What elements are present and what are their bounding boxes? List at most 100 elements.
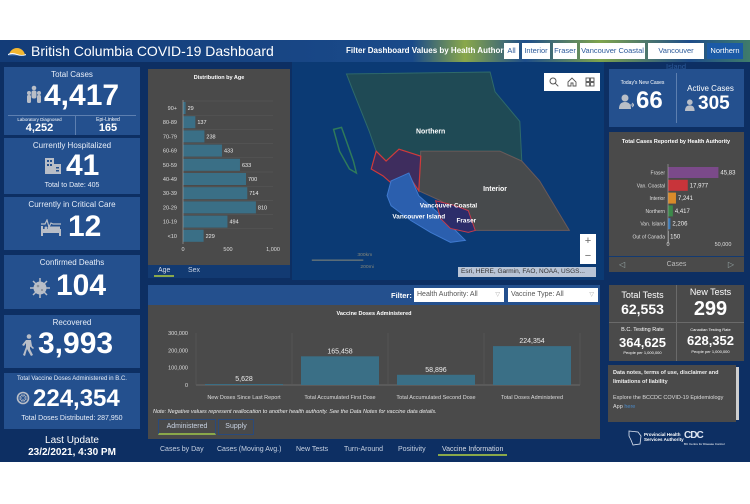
total-tests-label: Total Tests <box>621 290 664 300</box>
explore-app-link[interactable]: here <box>624 404 635 410</box>
bar <box>668 218 671 230</box>
hospitalized-total-to-date: Total to Date: 405 <box>44 182 100 189</box>
health-authority-select-value: Health Authority: All <box>417 291 478 298</box>
tab-vaccine-information[interactable]: Vaccine Information <box>437 446 508 456</box>
y-tick-label: 20-29 <box>163 205 177 211</box>
data-notes-panel: Data notes, terms of use, disclaimer and… <box>608 365 736 422</box>
new-tests-label: New Tests <box>689 287 732 297</box>
y-tick-label: 60-69 <box>163 149 177 155</box>
tab-administered[interactable]: Administered <box>158 419 216 435</box>
filter-button-fraser[interactable]: Fraser <box>553 43 577 59</box>
lab-diagnosed-value: 4,252 <box>25 122 54 134</box>
tab-turn-around[interactable]: Turn-Around <box>344 446 383 453</box>
last-update-label: Last Update <box>45 435 99 446</box>
new-tests-value: 299 <box>693 298 728 320</box>
tab-supply[interactable]: Supply <box>218 419 254 435</box>
deaths-card: Confirmed Deaths 104 <box>4 255 140 309</box>
map-label-northern: Northern <box>416 128 445 135</box>
x-tick-label: New Doses Since Last Report <box>207 395 281 401</box>
data-label: 17,977 <box>690 183 709 189</box>
data-label: 229 <box>206 234 215 240</box>
tests-card: Total Tests 62,553 New Tests 299 B.C. Te… <box>609 285 744 361</box>
phsa-logo: Provincial Health Services Authority <box>628 430 684 448</box>
filter-button-vancouver-island[interactable]: Vancouver Island <box>648 43 704 71</box>
x-tick-label: 0 <box>666 242 669 248</box>
y-tick-label: 80-89 <box>163 120 177 126</box>
vaccine-doses-card: Total Vaccine Doses Administered in B.C.… <box>4 373 140 429</box>
chevron-down-icon: ▽ <box>589 292 594 298</box>
tab-age[interactable]: Age <box>153 267 176 277</box>
vaccine-filter-label: Filter: <box>391 291 412 300</box>
basemap-gallery-icon[interactable] <box>585 77 595 87</box>
y-tick-label: 30-39 <box>163 191 177 197</box>
recovered-card: Recovered 3,993 <box>4 315 140 368</box>
data-label: 494 <box>229 220 238 226</box>
y-tick-label: 200,000 <box>168 348 188 354</box>
data-notes-link[interactable]: Data notes, terms of use, disclaimer and… <box>613 369 731 387</box>
header-bar: British Columbia COVID-19 Dashboard Filt… <box>0 40 750 71</box>
vaccine-type-select[interactable]: Vaccine Type: All ▽ <box>508 288 598 302</box>
map-region-northern <box>345 71 523 162</box>
filter-button-northern[interactable]: Northern <box>707 43 743 59</box>
total-cases-label: Total Cases <box>51 70 93 79</box>
bc-testing-rate-label: B.C. Testing Rate <box>621 327 664 333</box>
data-label: 633 <box>242 163 251 169</box>
bed-icon <box>41 219 61 236</box>
tab-positivity[interactable]: Positivity <box>398 446 426 453</box>
filter-button-interior[interactable]: Interior <box>522 43 550 59</box>
filter-button-vancouver-coastal[interactable]: Vancouver Coastal <box>580 43 645 59</box>
vaccine-note: Note: Negative values represent realloca… <box>153 409 437 415</box>
vaccine-icon <box>16 391 30 405</box>
map-label-fraser: Fraser <box>457 218 477 225</box>
x-tick-label: 0 <box>181 247 184 253</box>
x-tick-label: 500 <box>223 247 232 253</box>
bar <box>668 167 719 178</box>
vaccine-doses-label: Total Vaccine Doses Administered in B.C. <box>17 376 127 382</box>
tab-cases-moving-avg[interactable]: Cases (Moving Avg.) <box>217 446 281 453</box>
data-label: 810 <box>258 205 267 211</box>
bar <box>183 116 196 129</box>
explore-app-text: Explore the BCCDC COVID-19 Epidemiology … <box>613 394 731 412</box>
chart-title: Total Cases Reported by Health Authority <box>622 139 731 145</box>
bc-testing-rate-value: 364,625 <box>619 335 666 350</box>
tab-new-tests[interactable]: New Tests <box>296 446 328 453</box>
y-tick-label: 0 <box>185 383 188 389</box>
data-label: 2,206 <box>672 222 688 228</box>
total-cases-card: Total Cases 4,417 Laboratory Diagnosed 4… <box>4 67 140 135</box>
x-tick-label: Total Doses Administered <box>501 395 563 401</box>
data-label: 224,354 <box>519 338 544 345</box>
hospitalized-card: Currently Hospitalized 41 Total to Date:… <box>4 138 140 194</box>
data-label: 58,896 <box>425 367 447 374</box>
data-label: 5,628 <box>235 376 253 383</box>
tab-cases-by-day[interactable]: Cases by Day <box>160 446 204 453</box>
deaths-value: 104 <box>56 269 107 302</box>
notes-scrollbar[interactable] <box>736 367 739 420</box>
tab-sex[interactable]: Sex <box>188 267 200 274</box>
home-icon[interactable] <box>567 77 577 87</box>
total-tests-value: 62,553 <box>621 301 664 317</box>
bc-testing-rate-unit: People per 1,000,000 <box>623 350 662 355</box>
dashboard: British Columbia COVID-19 Dashboard Filt… <box>0 40 750 462</box>
filter-button-all[interactable]: All <box>504 43 519 59</box>
zoom-out-button[interactable]: − <box>580 249 596 264</box>
y-tick-label: Van. Island <box>640 222 665 228</box>
ha-cases-chart: Total Cases Reported by Health Authority… <box>622 139 736 248</box>
bar <box>183 215 228 228</box>
data-label: 165,458 <box>327 348 352 355</box>
x-tick-label: Total Accumulated First Dose <box>304 395 375 401</box>
bar <box>183 144 222 157</box>
recovered-value: 3,993 <box>38 327 114 360</box>
zoom-controls: + − <box>580 234 596 264</box>
data-label: 29 <box>188 106 194 112</box>
map-view[interactable]: Northern Interior Vancouver Coastal Vanc… <box>292 62 604 280</box>
zoom-in-button[interactable]: + <box>580 234 596 249</box>
search-icon[interactable] <box>549 77 559 87</box>
next-arrow-icon[interactable]: ▷ <box>728 260 734 269</box>
bar <box>183 187 248 200</box>
data-label: 433 <box>224 149 233 155</box>
bc-outline-icon <box>628 430 642 446</box>
filter-label: Filter Dashboard Values by Health Author… <box>346 46 516 55</box>
map-attribution[interactable]: Esri, HERE, Garmin, FAO, NOAA, USGS... <box>458 267 596 277</box>
map-region-haida-gwaii <box>332 126 358 175</box>
health-authority-select[interactable]: Health Authority: All ▽ <box>414 288 504 302</box>
